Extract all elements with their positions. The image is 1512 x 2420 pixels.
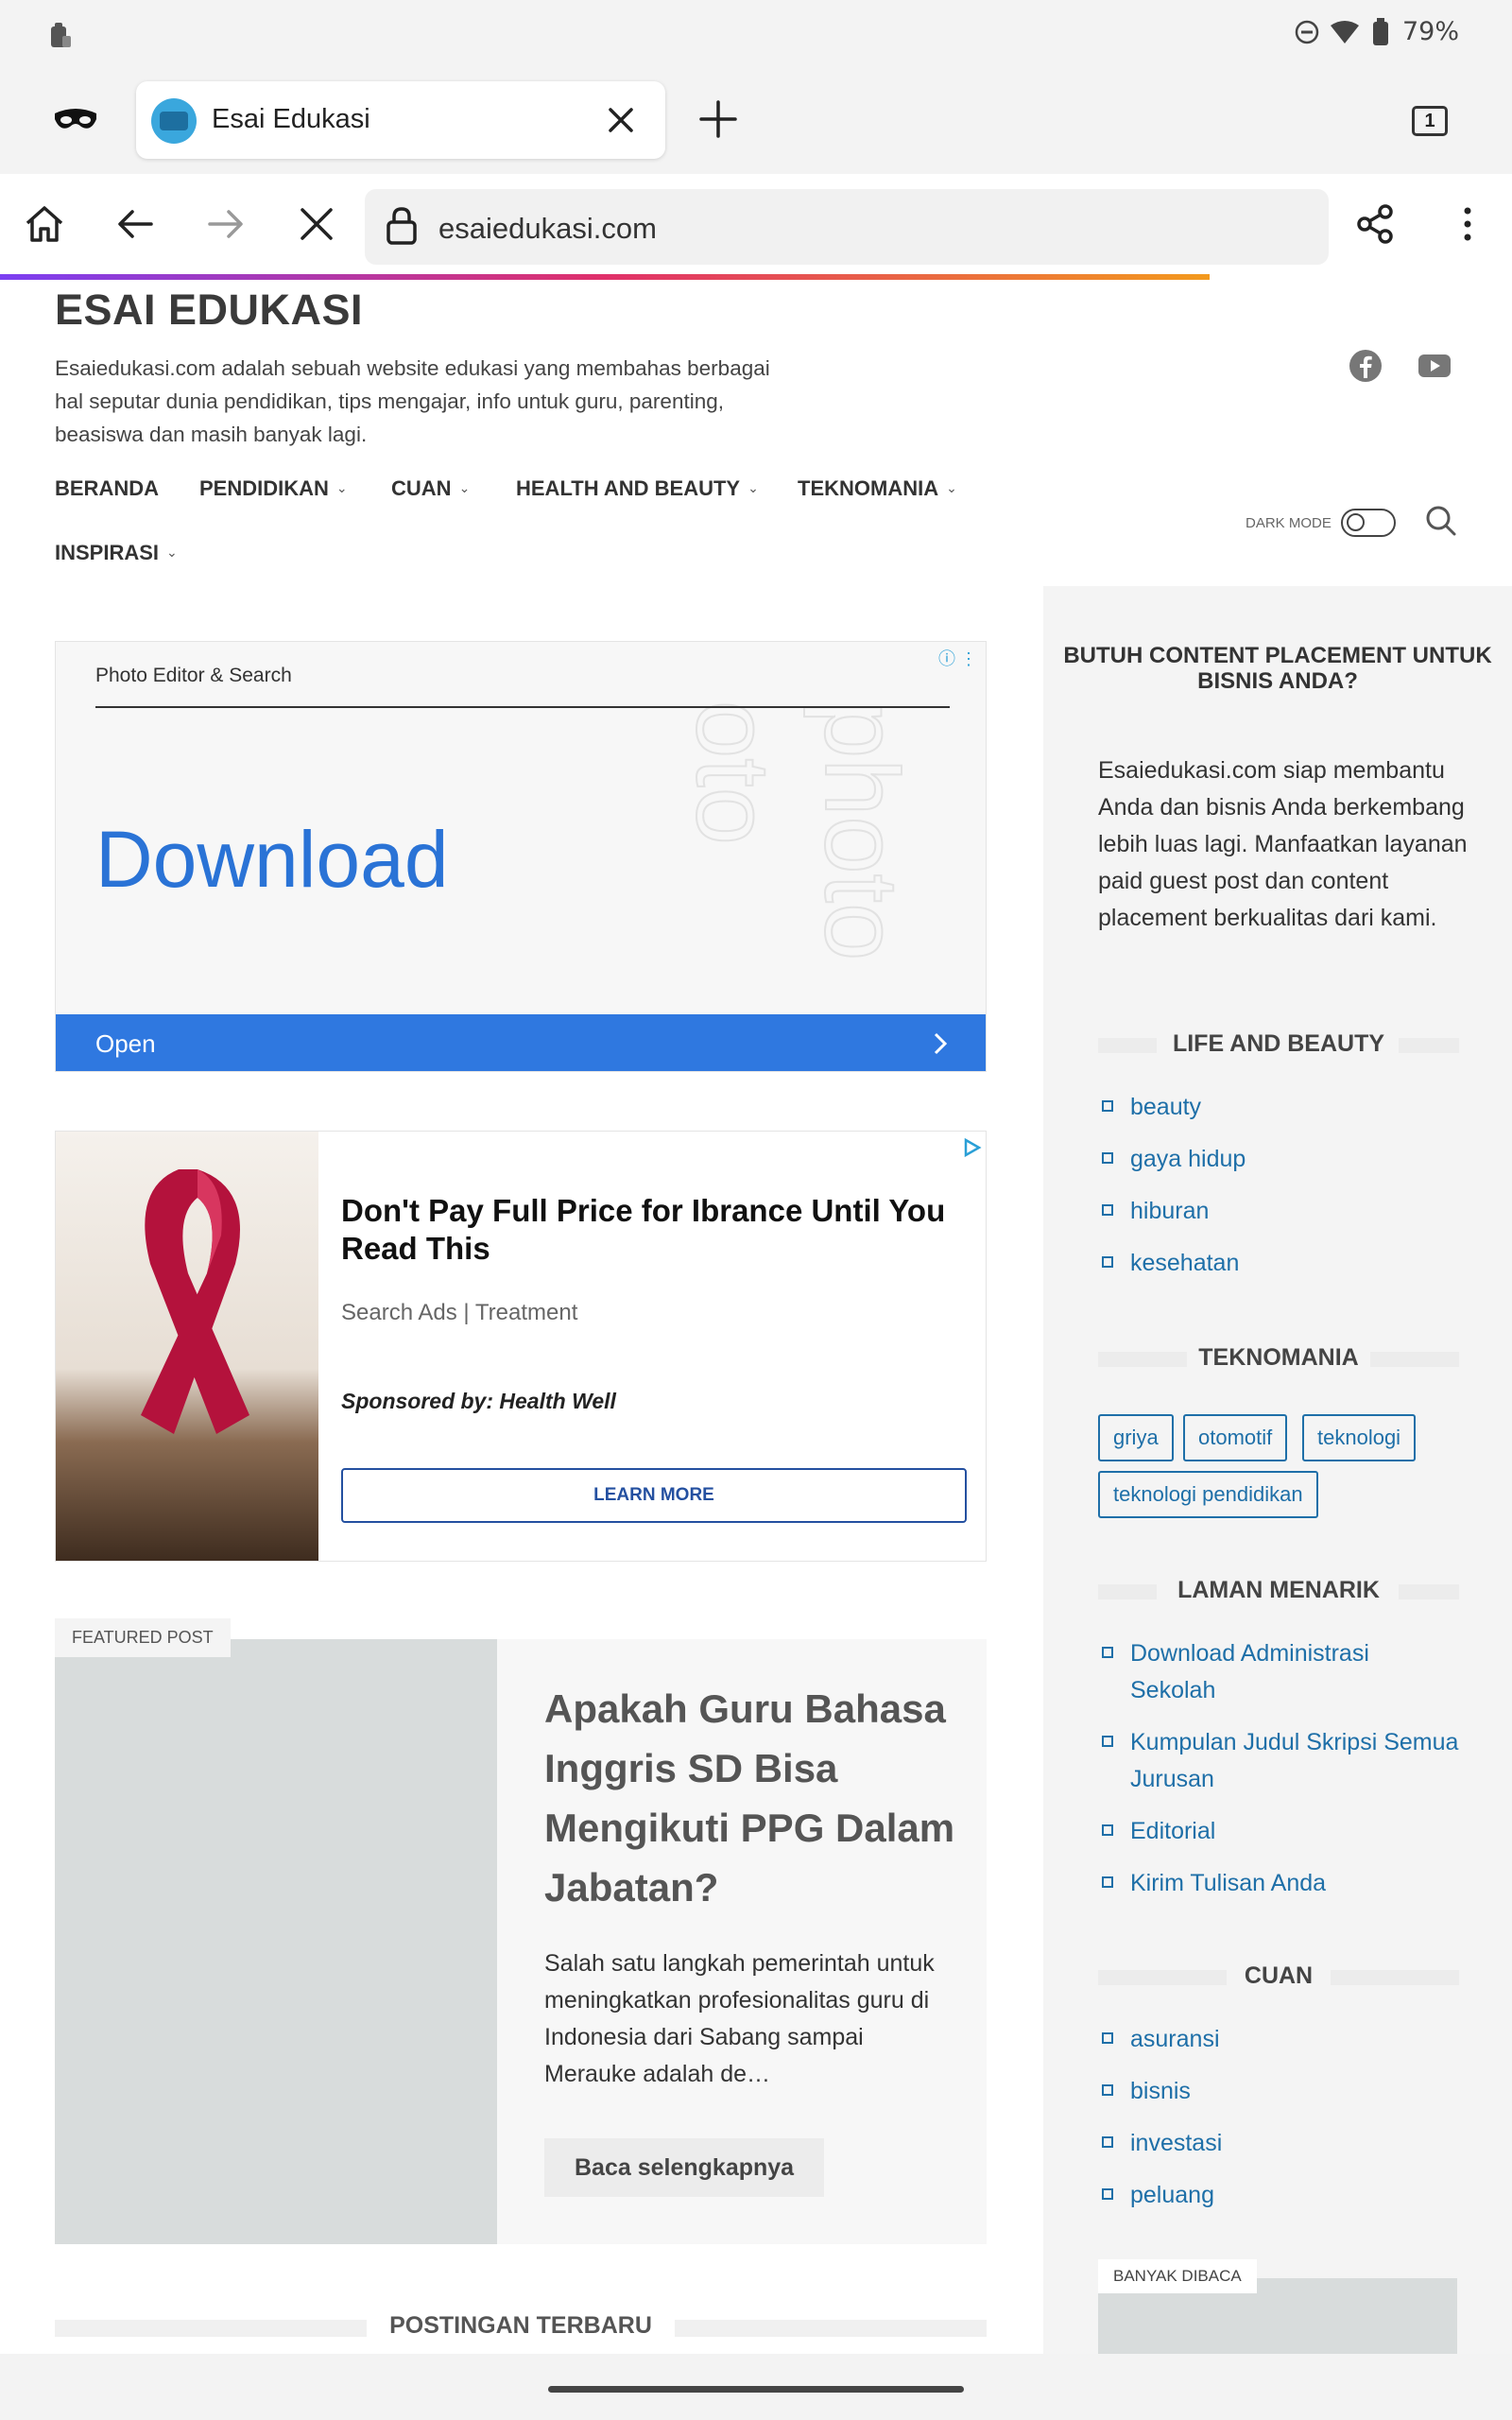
url-text[interactable]: esaiedukasi.com [438,212,657,246]
battery-level: 79% [1401,17,1459,46]
list-item[interactable]: gaya hidup [1100,1141,1459,1178]
featured-post-label: FEATURED POST [55,1618,231,1657]
battery-icon [1372,17,1388,45]
tab-title: Esai Edukasi [212,104,370,134]
nav-item-pendidikan[interactable]: PENDIDIKAN ⌄ [199,476,348,501]
list-item[interactable]: Editorial [1100,1813,1459,1850]
dark-mode-toggle[interactable]: DARK MODE [1246,509,1396,537]
status-bar: 79% [0,0,1512,68]
widget-heading-life-and-beauty: LIFE AND BEAUTY [1098,1030,1459,1059]
nav-item-cuan[interactable]: CUAN ⌄ [391,476,470,501]
ad-subline: Search Ads | Treatment [341,1300,578,1325]
dark-mode-label: DARK MODE [1246,514,1332,531]
tab-active[interactable]: Esai Edukasi [136,81,665,159]
popular-label: BANYAK DIBACA [1098,2259,1257,2293]
home-gesture-handle[interactable] [548,2386,964,2393]
chevron-down-icon: ⌄ [335,480,348,495]
adchoices-icon[interactable] [961,1137,982,1158]
chevron-right-icon [934,1032,948,1055]
toggle-switch[interactable] [1340,509,1396,537]
back-icon[interactable] [113,202,157,246]
nav-item-health-and-beauty[interactable]: HEALTH AND BEAUTY ⌄ [516,476,759,501]
list-item[interactable]: kesehatan [1100,1245,1459,1282]
page-load-progress [0,274,1210,280]
facebook-icon[interactable] [1348,348,1383,384]
chevron-down-icon: ⌄ [747,480,759,495]
notification-icon [51,23,71,47]
recent-posts-heading: POSTINGAN TERBARU [55,2312,987,2342]
list-item[interactable]: investasi [1100,2125,1459,2162]
ad-source: Photo Editor & Search [95,665,292,686]
featured-post: Apakah Guru Bahasa Inggris SD Bisa Mengi… [55,1639,987,2244]
incognito-icon[interactable] [53,106,98,134]
featured-post-image[interactable] [55,1639,497,2244]
chevron-down-icon: ⌄ [946,480,957,495]
ad-banner-download[interactable]: photo oto ⓘ ⋮ Photo Editor & Search Down… [55,641,987,1072]
nav-item-teknomania[interactable]: TEKNOMANIA ⌄ [798,476,957,501]
youtube-icon[interactable] [1417,348,1452,384]
more-icon[interactable] [1446,202,1489,246]
sidebar-cta-text: Esaiedukasi.com siap membantu Anda dan b… [1098,757,1468,931]
site-description: Esaiedukasi.com adalah sebuah website ed… [55,356,770,446]
divider [95,706,950,708]
list-item[interactable]: beauty [1100,1089,1459,1126]
tag-teknologi[interactable]: teknologi [1302,1414,1417,1461]
read-more-button[interactable]: Baca selengkapnya [544,2138,825,2197]
share-icon[interactable] [1353,202,1397,246]
ribbon-icon [141,1169,249,1434]
browser-toolbar: esaiedukasi.com [0,174,1512,274]
ad-sponsor: Sponsored by: Health Well [341,1389,616,1413]
learn-more-button[interactable]: LEARN MORE [341,1468,967,1523]
tab-strip: Esai Edukasi 1 [0,68,1512,174]
ad-info-icon[interactable]: ⓘ ⋮ [938,646,977,670]
status-icons: 79% [1295,17,1459,46]
nav-item-beranda[interactable]: BERANDA [55,476,159,501]
ad-open-button[interactable]: Open [56,1014,986,1071]
widget-heading-cuan: CUAN [1098,1962,1459,1991]
featured-post-title[interactable]: Apakah Guru Bahasa Inggris SD Bisa Mengi… [544,1679,960,1917]
chevron-down-icon: ⌄ [458,480,471,495]
life-and-beauty-list: beauty gaya hidup hiburan kesehatan [1100,1089,1459,1282]
cuan-list: asuransi bisnis investasi peluang [1100,2021,1459,2214]
close-icon[interactable] [605,104,637,136]
list-item[interactable]: Kirim Tulisan Anda [1100,1865,1459,1902]
stop-icon[interactable] [295,202,338,246]
sidebar-cta-title: BUTUH CONTENT PLACEMENT UNTUK BISNIS AND… [1063,643,1492,694]
widget-heading-laman-menarik: LAMAN MENARIK [1098,1577,1459,1605]
forward-icon[interactable] [204,202,248,246]
plus-icon[interactable] [697,98,739,140]
ad-native-card[interactable]: Don't Pay Full Price for Ibrance Until Y… [55,1131,987,1562]
tag-teknologi-pendidikan[interactable]: teknologi pendidikan [1098,1471,1318,1518]
dnd-icon [1295,20,1319,43]
nav-item-inspirasi[interactable]: INSPIRASI ⌄ [55,541,178,565]
tag-otomotif[interactable]: otomotif [1183,1414,1288,1461]
tab-count-button[interactable]: 1 [1412,106,1448,136]
list-item[interactable]: peluang [1100,2177,1459,2214]
home-icon[interactable] [23,202,66,246]
widget-heading-teknomania: TEKNOMANIA [1098,1344,1459,1373]
ad-headline[interactable]: Download [95,814,449,906]
system-nav-bar [0,2354,1512,2420]
lock-icon [387,207,417,245]
list-item[interactable]: Download Administrasi Sekolah [1100,1635,1459,1709]
tag-griya[interactable]: griya [1098,1414,1174,1461]
featured-post-excerpt: Salah satu langkah pemerintah untuk meni… [544,1950,935,2087]
ad-image[interactable] [56,1132,318,1561]
site-title[interactable]: ESAI EDUKASI [55,285,363,335]
list-item[interactable]: bisnis [1100,2073,1459,2110]
sidebar: BUTUH CONTENT PLACEMENT UNTUK BISNIS AND… [1043,586,1512,2354]
list-item[interactable]: hiburan [1100,1193,1459,1230]
list-item[interactable]: asuransi [1100,2021,1459,2058]
list-item[interactable]: Kumpulan Judul Skripsi Semua Jurusan [1100,1724,1459,1798]
chevron-down-icon: ⌄ [166,544,178,560]
wifi-icon [1330,20,1359,43]
address-bar[interactable]: esaiedukasi.com [365,189,1329,265]
site-favicon [151,98,197,144]
search-icon[interactable] [1425,505,1457,537]
laman-menarik-list: Download Administrasi Sekolah Kumpulan J… [1100,1635,1459,1902]
ad-headline[interactable]: Don't Pay Full Price for Ibrance Until Y… [341,1192,955,1268]
